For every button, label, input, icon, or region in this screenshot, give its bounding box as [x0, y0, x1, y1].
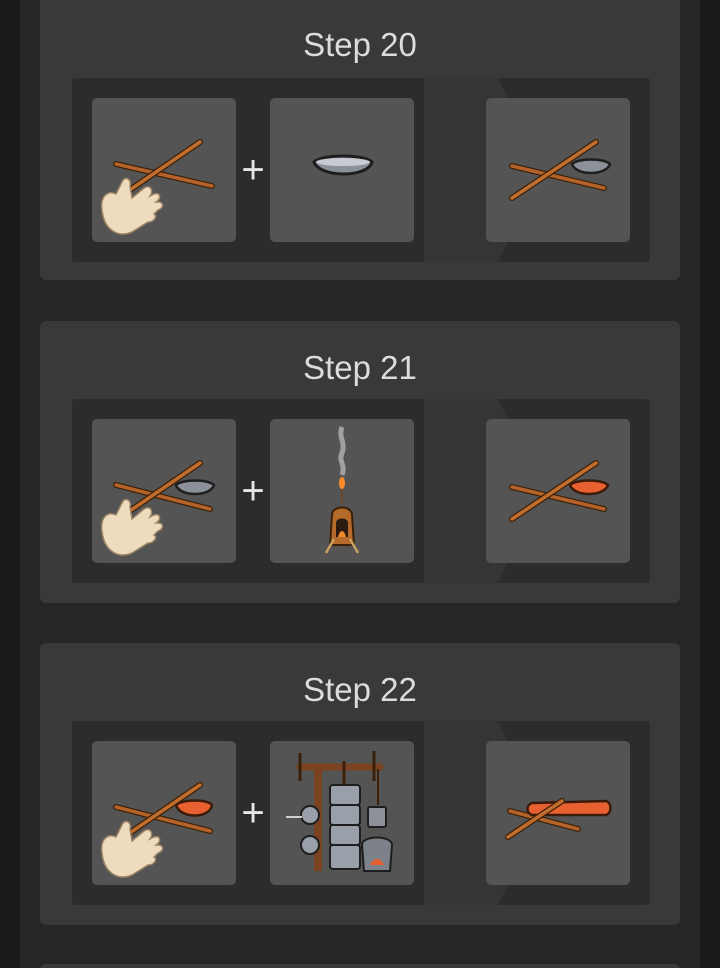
recipe-row: +	[72, 399, 650, 583]
result-item-slot[interactable]	[486, 419, 630, 563]
crossed-sticks-with-hot-metal-icon	[509, 460, 610, 522]
result-item-slot[interactable]	[486, 98, 630, 242]
target-item-slot[interactable]	[270, 741, 414, 885]
held-item-slot[interactable]	[92, 98, 236, 242]
held-item-slot[interactable]	[92, 419, 236, 563]
step-title: Step 22	[303, 671, 417, 708]
hand-icon	[100, 498, 164, 556]
plus-sign: +	[241, 791, 265, 835]
plus-sign: +	[241, 148, 265, 192]
stone-bowl-icon	[312, 154, 374, 176]
step-title: Step 20	[303, 26, 417, 63]
hand-icon	[100, 820, 164, 878]
recipe-row: +	[72, 721, 650, 905]
held-item-slot[interactable]	[92, 741, 236, 885]
plus-sign: +	[241, 469, 265, 513]
step-card: Step 22 +	[40, 643, 680, 925]
crossed-sticks-with-hot-bar-icon	[505, 798, 612, 840]
result-item-slot[interactable]	[486, 741, 630, 885]
step-title: Step 21	[303, 349, 417, 386]
crafting-steps-page: Step 20 + Step 21 + Step 22 +	[0, 0, 720, 968]
target-item-slot[interactable]	[270, 98, 414, 242]
recipe-row: +	[72, 78, 650, 262]
forge-lamp-icon	[324, 426, 360, 554]
power-hammer-icon	[286, 751, 394, 872]
next-step-card	[40, 964, 680, 968]
crossed-sticks-with-bowl-icon	[509, 139, 612, 201]
target-item-slot[interactable]	[270, 419, 414, 563]
hand-icon	[100, 177, 164, 235]
step-card: Step 21 +	[40, 321, 680, 603]
step-card: Step 20 +	[40, 0, 680, 280]
